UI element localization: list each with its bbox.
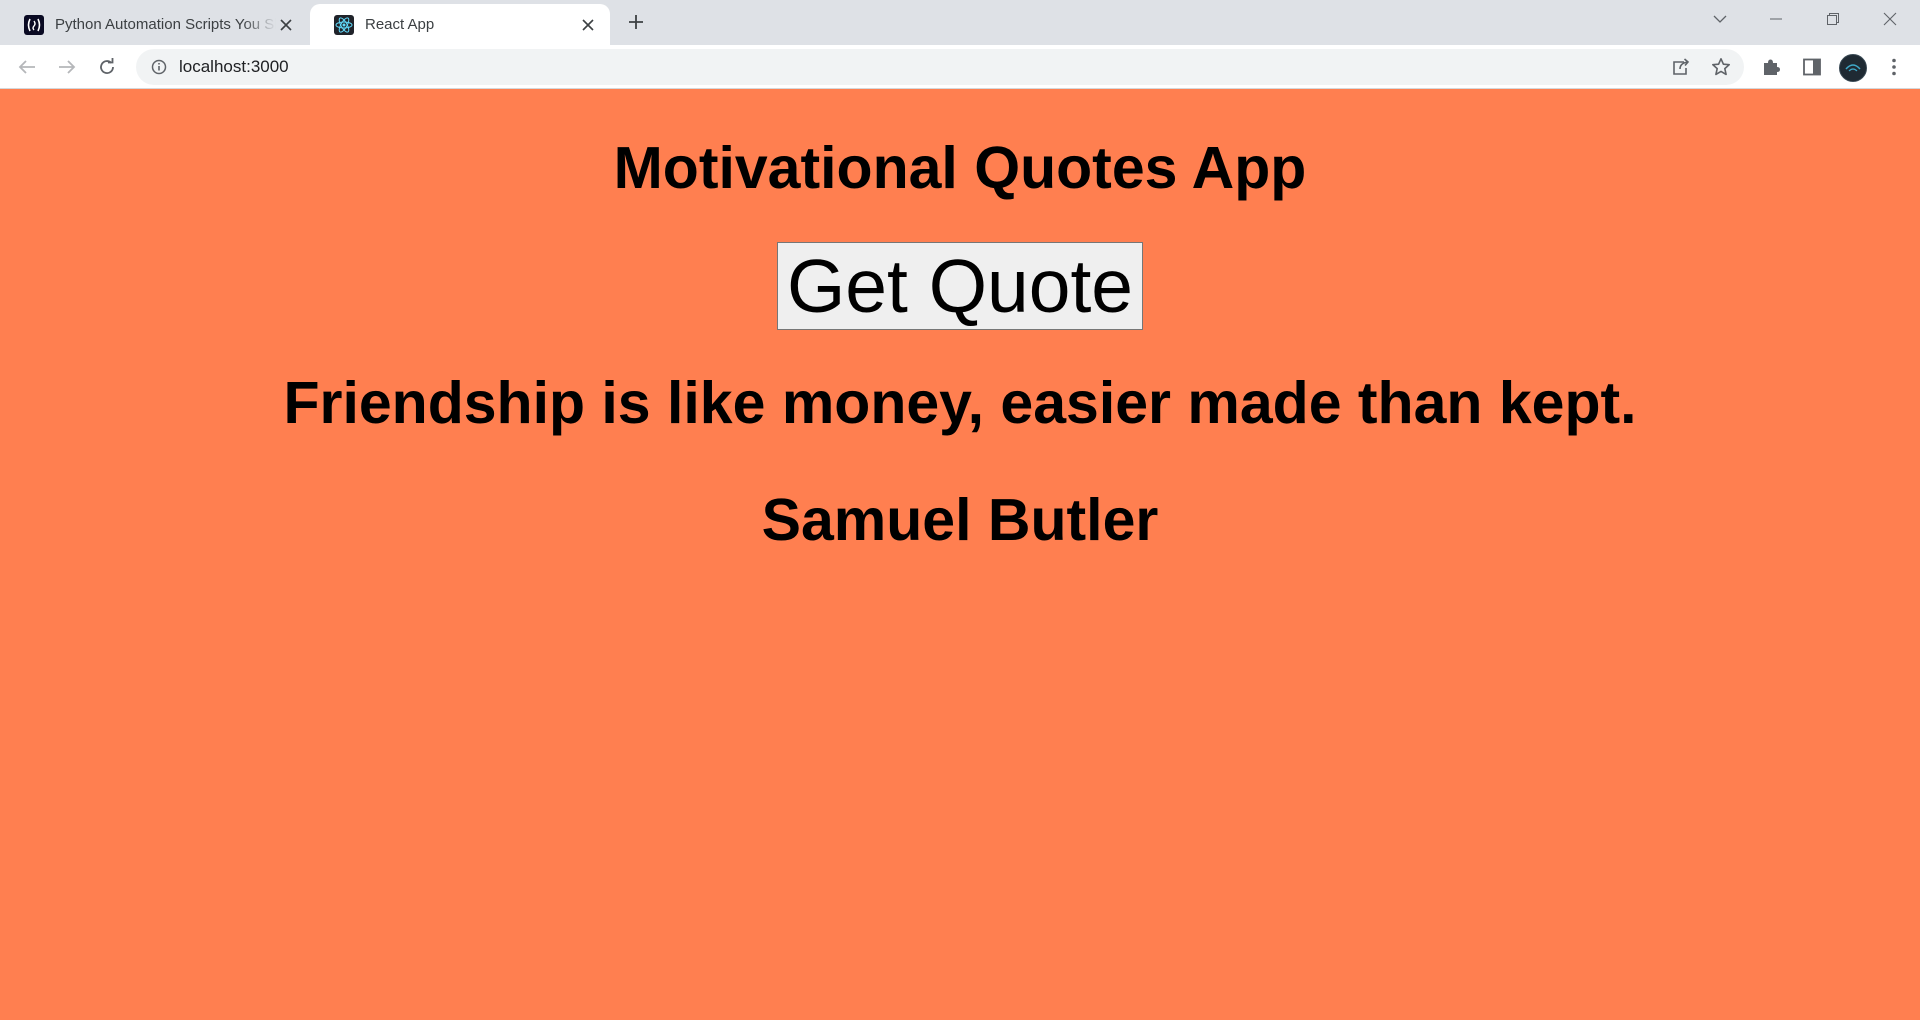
address-bar[interactable]: localhost:3000 (136, 49, 1744, 85)
forward-button[interactable] (51, 51, 83, 83)
minimize-button[interactable] (1748, 0, 1804, 38)
freecodecamp-icon (24, 14, 44, 35)
menu-button[interactable] (1878, 51, 1910, 83)
page-title: Motivational Quotes App (613, 135, 1307, 201)
star-icon[interactable] (1709, 57, 1733, 77)
browser-toolbar: localhost:3000 (0, 45, 1920, 89)
quote-author: Samuel Butler (761, 487, 1159, 553)
chevron-down-icon (1713, 15, 1727, 23)
profile-avatar[interactable] (1839, 54, 1867, 82)
back-button[interactable] (11, 51, 43, 83)
plus-icon (629, 15, 643, 29)
arrow-right-icon (59, 60, 76, 74)
side-panel-button[interactable] (1796, 51, 1828, 83)
get-quote-button[interactable]: Get Quote (776, 242, 1144, 330)
tab-title: Python Automation Scripts You Sh (55, 16, 276, 33)
info-icon[interactable] (149, 57, 169, 77)
reload-button[interactable] (91, 51, 123, 83)
tab-title: React App (365, 16, 435, 33)
restore-icon (1827, 13, 1839, 25)
page-viewport: Motivational Quotes App Get Quote Friend… (0, 89, 1920, 1020)
url-text[interactable]: localhost:3000 (179, 57, 289, 77)
extensions-button[interactable] (1755, 51, 1787, 83)
quote-text: Friendship is like money, easier made th… (283, 370, 1637, 436)
close-icon (1883, 12, 1897, 26)
react-icon (334, 14, 354, 35)
tab-search-button[interactable] (1692, 0, 1748, 38)
puzzle-icon (1764, 59, 1780, 75)
close-icon[interactable] (578, 15, 598, 35)
arrow-left-icon (18, 60, 35, 74)
close-window-button[interactable] (1862, 0, 1918, 38)
reload-icon (100, 58, 114, 74)
side-panel-icon (1803, 58, 1821, 76)
minimize-icon (1770, 18, 1782, 20)
tab-strip: Python Automation Scripts You Sh React A… (0, 0, 1920, 45)
new-tab-button[interactable] (624, 10, 648, 34)
close-icon[interactable] (276, 15, 296, 35)
avatar-icon (1845, 64, 1861, 72)
restore-button[interactable] (1805, 0, 1861, 38)
browser-window: Python Automation Scripts You Sh React A… (0, 0, 1920, 1020)
kebab-menu-icon (1892, 58, 1896, 76)
tab-react-app[interactable]: React App (310, 4, 610, 45)
share-icon[interactable] (1669, 57, 1693, 77)
tab-python-automation[interactable]: Python Automation Scripts You Sh (0, 4, 308, 45)
